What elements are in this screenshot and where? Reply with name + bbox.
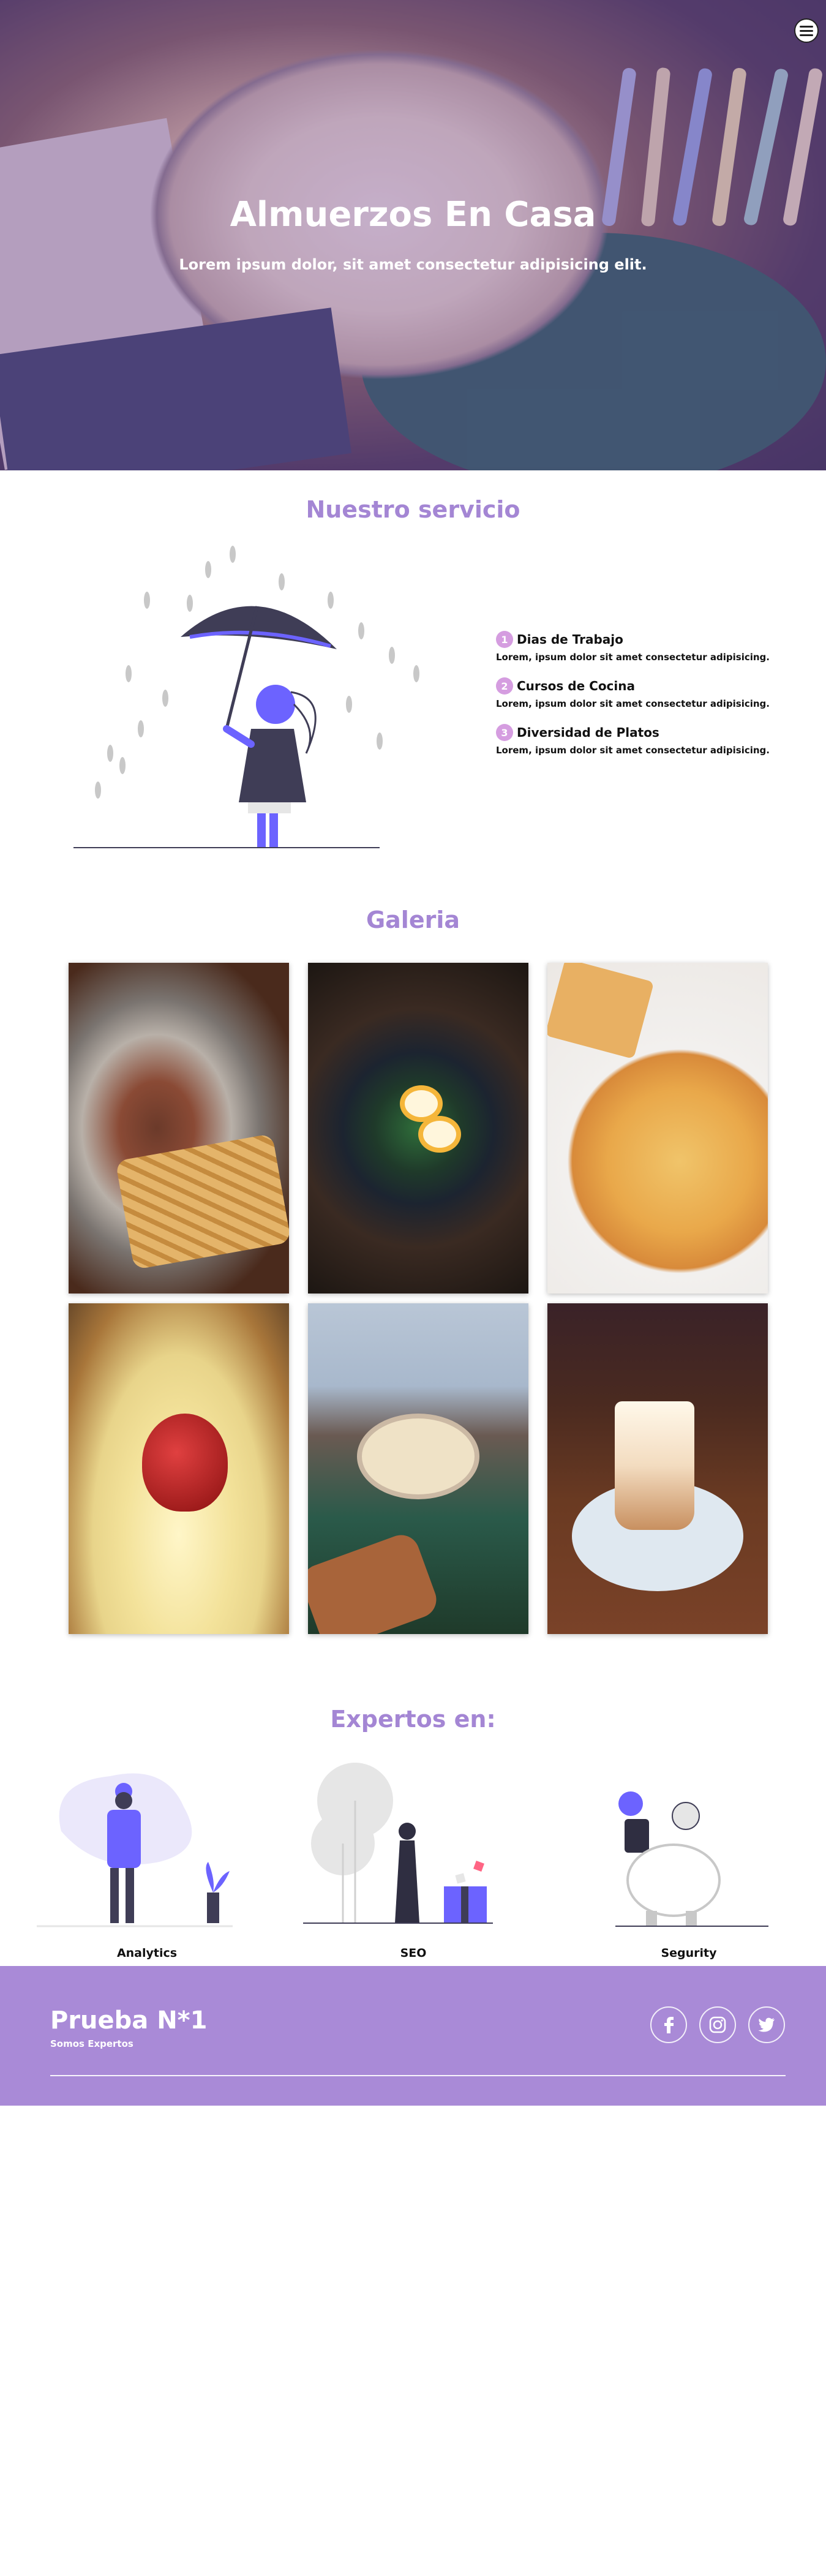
service-item-title: Dias de Trabajo [517,632,623,647]
menu-bar [800,25,813,28]
number-badge: 2 [496,677,513,695]
number-badge: 3 [496,724,513,741]
gallery-title: Galeria [366,906,460,933]
svc-head: 2 Cursos de Cocina [496,677,778,695]
bread [308,1530,441,1634]
svc-head: 3 Diversidad de Platos [496,724,778,741]
footer-tagline: Somos Expertos [50,2038,133,2049]
service-item-desc: Lorem, ipsum dolor sit amet consectetur … [496,652,770,663]
gallery-image-eggs-salad[interactable] [308,963,528,1294]
pizza-slice [547,963,655,1060]
hero-subtitle: Lorem ipsum dolor, sit amet consectetur … [179,256,647,273]
experts-title: Expertos en: [330,1706,496,1733]
gallery-image-iced-coffee-drink[interactable] [547,1303,768,1634]
expert-card-seo: SEO [291,1758,536,1960]
gallery-grid [69,963,768,1634]
gallery-image-steak-with-fries[interactable] [69,963,289,1294]
hero-banner: Almuerzos En Casa Lorem ipsum dolor, sit… [0,0,826,470]
service-title: Nuestro servicio [306,496,520,523]
gallery-image-strawberry-cheesecake[interactable] [69,1303,289,1634]
expert-label: Segurity [661,1946,717,1960]
svg [664,2017,674,2033]
footer-divider [50,2075,786,2076]
expert-card-segurity: Segurity [566,1758,811,1960]
umbrella-girl-illustration [73,546,419,848]
svg [709,2016,726,2033]
service-list: 1 Dias de Trabajo Lorem, ipsum dolor sit… [496,631,778,770]
egg [418,1116,461,1153]
pan [357,1414,479,1499]
service-item: 2 Cursos de Cocina Lorem, ipsum dolor si… [496,677,778,709]
service-item: 1 Dias de Trabajo Lorem, ipsum dolor sit… [496,631,778,663]
hero-title: Almuerzos En Casa [230,195,596,235]
facebook-icon[interactable] [650,2006,687,2043]
expert-card-analytics: Analytics [24,1758,269,1960]
menu-bar [800,34,813,36]
service-item-title: Diversidad de Platos [517,725,659,740]
strawberry [142,1414,228,1512]
service-item-title: Cursos de Cocina [517,679,635,693]
expert-label: Analytics [116,1946,178,1960]
hamburger-menu-icon[interactable] [794,18,819,43]
gallery-image-pan-dish-table[interactable] [308,1303,528,1634]
fries [115,1133,289,1270]
chef-illustration [37,1773,233,1927]
glass [615,1401,694,1530]
menu-bar [800,29,813,32]
svg [758,2017,775,2032]
twitter-icon[interactable] [748,2006,785,2043]
service-item-desc: Lorem, ipsum dolor sit amet consectetur … [496,745,770,756]
service-item-desc: Lorem, ipsum dolor sit amet consectetur … [496,698,770,709]
piggy-bank-illustration [615,1791,768,1927]
footer: Prueba N*1 Somos Expertos [0,1966,826,2106]
footer-brand: Prueba N*1 [50,2006,208,2035]
service-item: 3 Diversidad de Platos Lorem, ipsum dolo… [496,724,778,756]
hero-overlay [0,0,826,470]
number-badge: 1 [496,631,513,648]
instagram-icon[interactable] [699,2006,736,2043]
svc-head: 1 Dias de Trabajo [496,631,778,648]
gallery-image-pizza[interactable] [547,963,768,1294]
expert-label: SEO [400,1946,427,1960]
gift-illustration [303,1763,493,1924]
